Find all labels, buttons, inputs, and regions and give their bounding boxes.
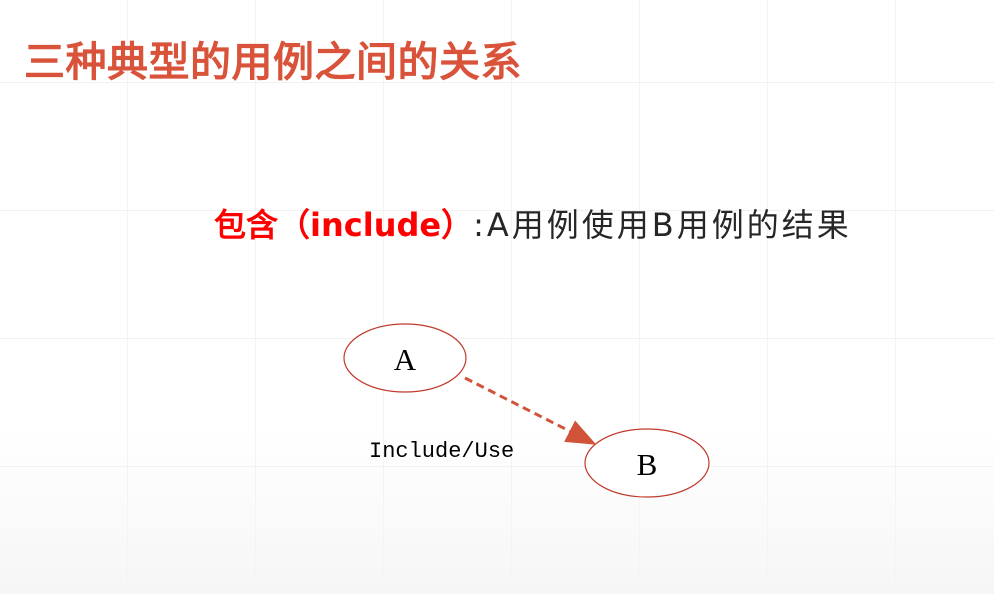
use-case-b-label: B xyxy=(637,447,658,482)
use-case-a-label: A xyxy=(394,342,417,377)
use-case-diagram: A B Include/Use xyxy=(343,323,710,498)
slide: 三种典型的用例之间的关系 包含（include）:A用例使用B用例的结果 A B… xyxy=(0,0,994,594)
edge-label-include-use: Include/Use xyxy=(369,439,514,464)
include-arrow xyxy=(464,376,597,445)
